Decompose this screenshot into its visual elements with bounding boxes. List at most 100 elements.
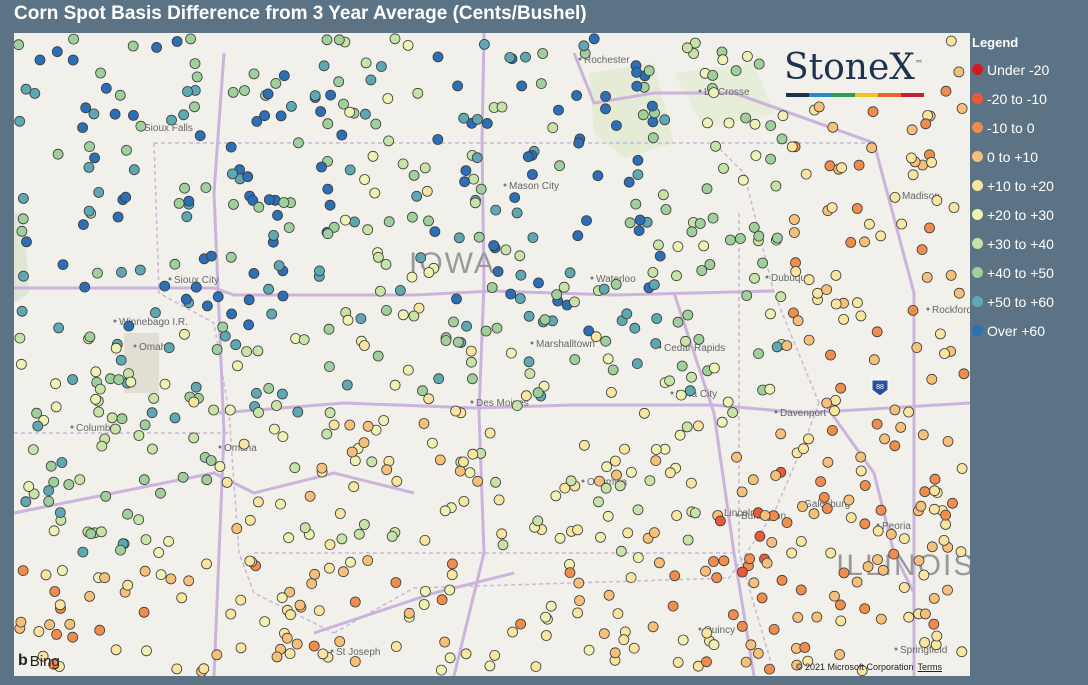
basis-point[interactable] xyxy=(346,446,358,458)
basis-point[interactable] xyxy=(333,34,345,46)
basis-point[interactable] xyxy=(14,115,26,127)
basis-point[interactable] xyxy=(465,345,477,357)
basis-point[interactable] xyxy=(749,118,761,130)
basis-point[interactable] xyxy=(397,158,409,170)
basis-point[interactable] xyxy=(530,661,542,672)
basis-point[interactable] xyxy=(304,490,316,502)
basis-point[interactable] xyxy=(798,443,809,455)
basis-point[interactable] xyxy=(423,215,434,227)
basis-point[interactable] xyxy=(189,58,201,70)
basis-point[interactable] xyxy=(308,640,320,652)
basis-point[interactable] xyxy=(358,519,370,530)
basis-point[interactable] xyxy=(411,190,423,202)
basis-point[interactable] xyxy=(374,285,386,297)
basis-point[interactable] xyxy=(595,531,606,543)
basis-point[interactable] xyxy=(475,183,487,195)
basis-point[interactable] xyxy=(275,498,286,510)
basis-point[interactable] xyxy=(514,250,526,262)
basis-point[interactable] xyxy=(14,332,26,344)
basis-point[interactable] xyxy=(929,473,941,485)
basis-point[interactable] xyxy=(383,135,395,147)
basis-point[interactable] xyxy=(539,314,551,326)
basis-point[interactable] xyxy=(553,104,564,116)
basis-point[interactable] xyxy=(632,504,644,516)
basis-point[interactable] xyxy=(564,567,576,578)
basis-point[interactable] xyxy=(516,80,528,92)
basis-point[interactable] xyxy=(110,423,121,435)
basis-point[interactable] xyxy=(344,419,356,431)
basis-point[interactable] xyxy=(953,66,965,78)
basis-point[interactable] xyxy=(940,85,952,97)
basis-point[interactable] xyxy=(765,120,777,131)
basis-point[interactable] xyxy=(764,663,775,675)
basis-point[interactable] xyxy=(96,526,107,538)
basis-point[interactable] xyxy=(321,428,333,440)
basis-point[interactable] xyxy=(298,334,310,346)
basis-point[interactable] xyxy=(140,534,152,546)
basis-point[interactable] xyxy=(523,310,535,322)
basis-point[interactable] xyxy=(718,162,729,174)
basis-point[interactable] xyxy=(929,485,940,497)
basis-point[interactable] xyxy=(15,616,27,628)
basis-point[interactable] xyxy=(190,281,202,293)
basis-point[interactable] xyxy=(940,518,951,530)
basis-point[interactable] xyxy=(78,219,89,231)
basis-point[interactable] xyxy=(34,54,46,66)
basis-point[interactable] xyxy=(551,289,563,301)
basis-point[interactable] xyxy=(803,334,815,346)
basis-point[interactable] xyxy=(362,555,374,566)
basis-point[interactable] xyxy=(64,618,76,630)
basis-point[interactable] xyxy=(533,277,544,289)
basis-point[interactable] xyxy=(707,212,719,224)
basis-point[interactable] xyxy=(931,630,943,642)
basis-point[interactable] xyxy=(889,404,901,416)
basis-point[interactable] xyxy=(128,164,140,176)
basis-point[interactable] xyxy=(211,344,223,355)
basis-point[interactable] xyxy=(704,259,716,270)
basis-point[interactable] xyxy=(632,154,644,166)
basis-point[interactable] xyxy=(362,420,374,432)
basis-point[interactable] xyxy=(434,454,446,466)
basis-point[interactable] xyxy=(509,192,521,204)
basis-point[interactable] xyxy=(253,201,265,213)
basis-point[interactable] xyxy=(680,335,691,347)
basis-point[interactable] xyxy=(537,48,549,59)
basis-point[interactable] xyxy=(294,599,306,611)
basis-point[interactable] xyxy=(113,374,125,386)
basis-point[interactable] xyxy=(872,554,883,565)
basis-point[interactable] xyxy=(771,341,783,353)
basis-point[interactable] xyxy=(429,226,441,238)
basis-point[interactable] xyxy=(827,424,838,436)
basis-point[interactable] xyxy=(355,313,367,325)
basis-point[interactable] xyxy=(469,197,481,209)
basis-point[interactable] xyxy=(625,572,637,583)
basis-point[interactable] xyxy=(466,373,478,385)
basis-point[interactable] xyxy=(444,584,456,596)
basis-point[interactable] xyxy=(859,518,871,530)
basis-point[interactable] xyxy=(146,407,158,419)
basis-point[interactable] xyxy=(776,133,788,145)
basis-point[interactable] xyxy=(84,591,95,602)
basis-point[interactable] xyxy=(766,536,778,548)
basis-point[interactable] xyxy=(815,476,826,488)
basis-point[interactable] xyxy=(572,230,584,242)
basis-point[interactable] xyxy=(461,320,473,332)
basis-point[interactable] xyxy=(313,605,325,616)
terms-link[interactable]: Terms xyxy=(918,662,943,672)
basis-point[interactable] xyxy=(871,326,883,338)
basis-point[interactable] xyxy=(956,463,968,474)
basis-point[interactable] xyxy=(67,54,79,66)
basis-point[interactable] xyxy=(867,106,879,118)
basis-point[interactable] xyxy=(185,33,197,45)
basis-point[interactable] xyxy=(292,137,304,149)
basis-point[interactable] xyxy=(572,524,583,536)
basis-point[interactable] xyxy=(190,381,202,393)
basis-point[interactable] xyxy=(797,501,808,512)
basis-point[interactable] xyxy=(63,479,75,490)
basis-point[interactable] xyxy=(458,112,470,124)
basis-point[interactable] xyxy=(667,600,679,612)
legend-item[interactable]: +10 to +20 xyxy=(970,171,1088,200)
basis-point[interactable] xyxy=(188,396,200,408)
legend-item[interactable]: Over +60 xyxy=(970,316,1088,345)
basis-point[interactable] xyxy=(488,240,500,251)
